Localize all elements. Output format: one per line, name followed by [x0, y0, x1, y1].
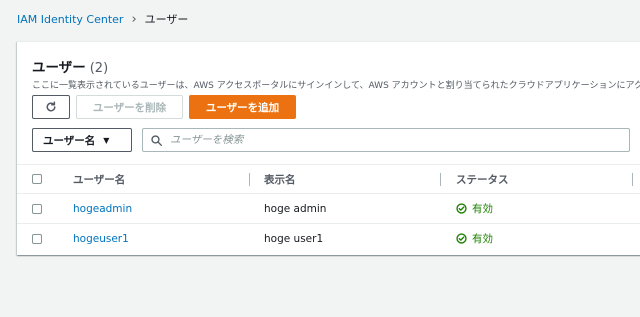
breadcrumb-iam-identity-center-link[interactable]: IAM Identity Center — [17, 13, 123, 26]
panel-title: ユーザー — [32, 60, 86, 76]
filter-property-label: ユーザー名 — [43, 134, 96, 147]
username-link[interactable]: hogeadmin — [73, 203, 132, 215]
search-box[interactable] — [142, 128, 630, 152]
refresh-icon — [46, 101, 56, 112]
delete-user-button[interactable]: ユーザーを削除 — [76, 95, 183, 119]
caret-down-icon: ▼ — [103, 135, 110, 145]
check-circle-icon — [456, 203, 467, 214]
column-header-username[interactable]: ユーザー名 — [73, 165, 125, 193]
row-select-cell — [32, 224, 42, 253]
display-name-cell: hoge admin — [264, 202, 327, 215]
row-select-cell — [32, 194, 42, 223]
username-link[interactable]: hogeuser1 — [73, 233, 129, 245]
status-cell: 有効 — [456, 194, 493, 223]
filter-property-select[interactable]: ユーザー名 ▼ — [32, 128, 132, 152]
table-row: hogeuser1 hoge user1 有効 — [17, 223, 640, 253]
column-header-status[interactable]: ステータス — [456, 165, 509, 193]
status-cell: 有効 — [456, 224, 493, 253]
username-cell: hogeadmin — [73, 194, 132, 223]
select-all-cell — [32, 165, 42, 193]
user-count: (2) — [89, 61, 109, 76]
row-checkbox[interactable] — [32, 203, 42, 214]
status-text: 有効 — [472, 203, 493, 215]
row-checkbox[interactable] — [32, 233, 42, 244]
users-table: ユーザー名 表示名 ステータス hogeadmin hoge admin 有効 — [17, 164, 640, 253]
search-input[interactable] — [168, 133, 612, 147]
breadcrumb-separator: › — [131, 11, 137, 27]
breadcrumb-current: ユーザー — [144, 13, 189, 26]
panel-header: ユーザー (2) — [32, 56, 108, 76]
table-row: hogeadmin hoge admin 有効 — [17, 193, 640, 223]
add-user-button[interactable]: ユーザーを追加 — [189, 95, 296, 119]
select-all-checkbox[interactable] — [32, 174, 42, 184]
display-name-cell: hoge user1 — [264, 232, 324, 245]
check-circle-icon — [456, 233, 467, 244]
status-text: 有効 — [472, 233, 493, 245]
column-divider[interactable] — [249, 173, 250, 186]
table-header-row: ユーザー名 表示名 ステータス — [17, 164, 640, 193]
panel-description: ここに一覧表示されているユーザーは、AWS アクセスポータルにサインインして、A… — [32, 81, 640, 91]
username-cell: hogeuser1 — [73, 224, 129, 253]
users-panel: ユーザー (2) ここに一覧表示されているユーザーは、AWS アクセスポータルにサ… — [17, 41, 640, 255]
refresh-button[interactable] — [32, 95, 70, 119]
column-divider[interactable] — [440, 173, 441, 186]
breadcrumb: IAM Identity Center › ユーザー — [17, 11, 188, 27]
search-icon — [151, 134, 162, 146]
column-divider[interactable] — [632, 173, 633, 186]
column-header-display-name[interactable]: 表示名 — [264, 165, 296, 193]
